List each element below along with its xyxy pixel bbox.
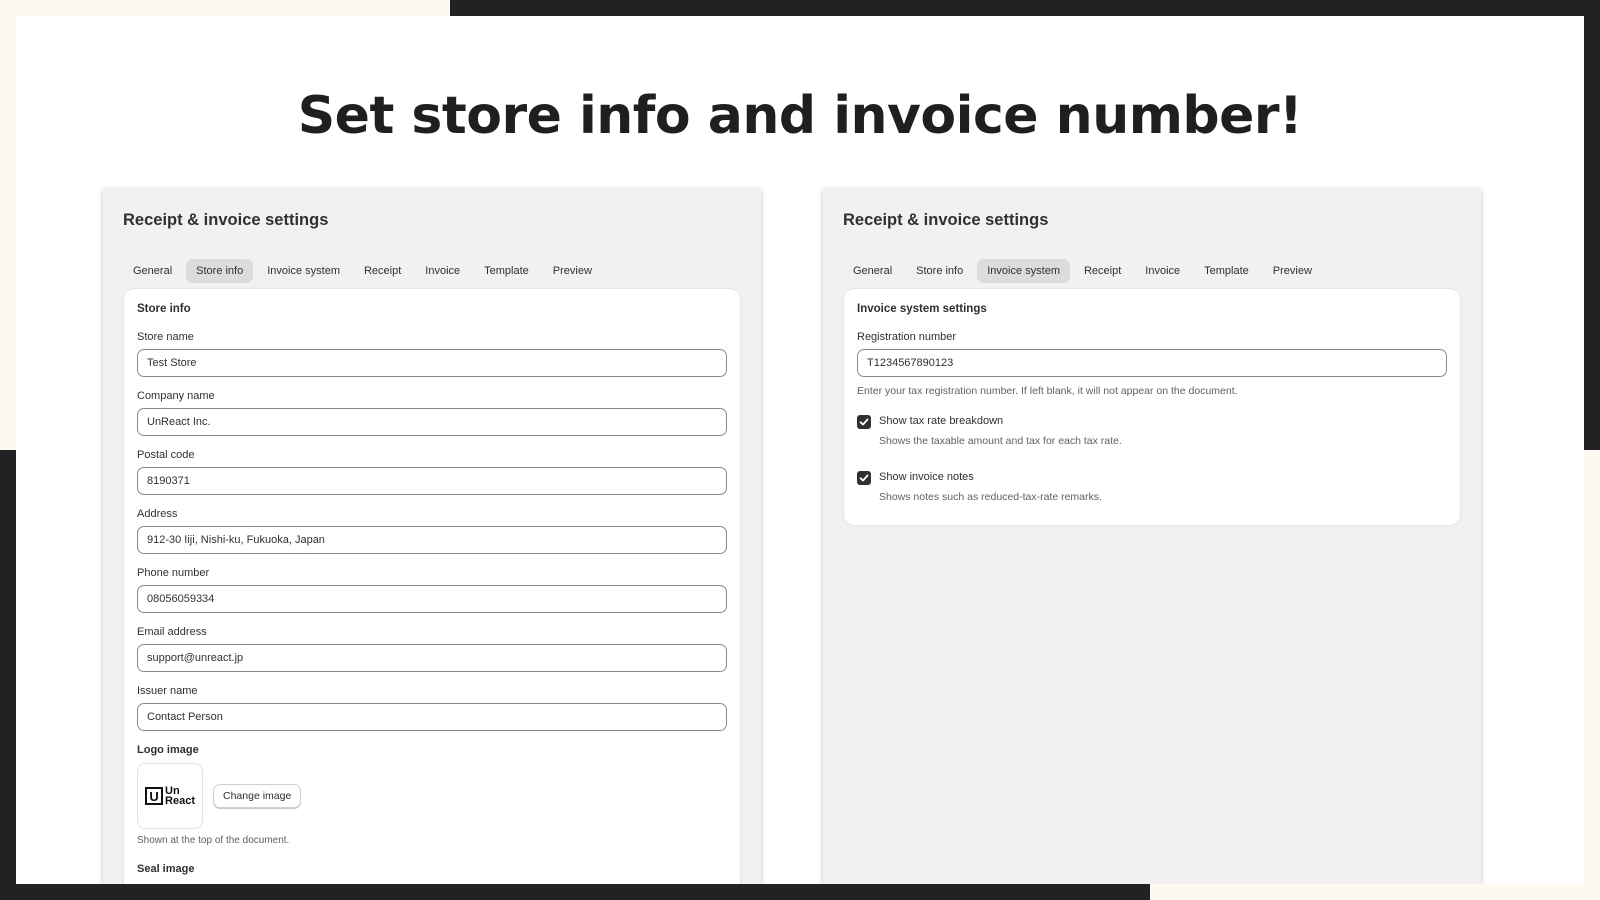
issuer-name-field: Issuer name Contact Person (137, 685, 727, 731)
postal-code-field: Postal code 8190371 (137, 449, 727, 495)
logo-wordmark: Un React (165, 786, 195, 807)
phone-number-input[interactable]: 08056059334 (137, 585, 727, 613)
check-icon (859, 474, 869, 482)
tax-rate-breakdown-checkbox-row[interactable]: Show tax rate breakdown (857, 415, 1003, 429)
tab-preview[interactable]: Preview (1263, 259, 1322, 283)
tab-invoice-system[interactable]: Invoice system (257, 259, 350, 283)
field-label: Store name (137, 331, 194, 343)
field-label: Company name (137, 390, 215, 402)
tab-store-info[interactable]: Store info (186, 259, 254, 283)
field-label: Phone number (137, 567, 210, 579)
check-label: Show tax rate breakdown (879, 415, 1004, 427)
logo-preview: U Un React (137, 763, 203, 829)
logo-line-2: React (165, 795, 195, 807)
store-info-card: Store info Store name Test Store Company… (124, 289, 740, 884)
invoice-system-settings-panel: Receipt & invoice settings General Store… (823, 189, 1481, 884)
invoice-system-card: Invoice system settings Registration num… (844, 289, 1460, 525)
store-info-settings-panel: Receipt & invoice settings General Store… (103, 189, 761, 884)
postal-code-input[interactable]: 8190371 (137, 467, 727, 495)
tab-receipt[interactable]: Receipt (1074, 259, 1131, 283)
check-label: Show invoice notes (879, 471, 974, 483)
field-label: Postal code (137, 449, 195, 461)
field-label: Address (137, 508, 178, 520)
email-address-field: Email address support@unreact.jp (137, 626, 727, 672)
logo-help-text: Shown at the top of the document. (137, 835, 290, 846)
company-name-input[interactable]: UnReact Inc. (137, 408, 727, 436)
check-icon (859, 418, 869, 426)
unreact-logo: U Un React (145, 786, 195, 807)
registration-help-text: Enter your tax registration number. If l… (857, 385, 1238, 397)
tab-receipt[interactable]: Receipt (354, 259, 411, 283)
tab-store-info[interactable]: Store info (906, 259, 973, 283)
check-help-text: Shows the taxable amount and tax for eac… (879, 435, 1122, 447)
slide: Set store info and invoice number! Recei… (16, 16, 1584, 884)
tab-template[interactable]: Template (474, 259, 539, 283)
field-label: Issuer name (137, 685, 198, 697)
store-name-input[interactable]: Test Store (137, 349, 727, 377)
tab-template[interactable]: Template (1194, 259, 1259, 283)
headline: Set store info and invoice number! (297, 86, 1303, 146)
settings-tabs: General Store info Invoice system Receip… (843, 259, 1326, 283)
settings-tabs: General Store info Invoice system Receip… (123, 259, 606, 283)
checkbox-checked[interactable] (857, 415, 871, 429)
tab-preview[interactable]: Preview (543, 259, 602, 283)
card-title: Store info (137, 303, 191, 315)
logo-image-label: Logo image (137, 744, 199, 756)
card-title: Invoice system settings (857, 303, 987, 315)
field-label: Registration number (857, 331, 957, 343)
logo-letter: U (145, 787, 164, 805)
check-help-text: Shows notes such as reduced-tax-rate rem… (879, 491, 1102, 503)
seal-image-label: Seal image (137, 863, 195, 875)
panel-title: Receipt & invoice settings (123, 211, 329, 229)
checkbox-checked[interactable] (857, 471, 871, 485)
tab-invoice[interactable]: Invoice (415, 259, 470, 283)
panel-title: Receipt & invoice settings (843, 211, 1049, 229)
address-field: Address 912-30 Iiji, Nishi-ku, Fukuoka, … (137, 508, 727, 554)
registration-number-field: Registration number T1234567890123 (857, 331, 1447, 377)
change-image-button[interactable]: Change image (213, 784, 302, 808)
address-input[interactable]: 912-30 Iiji, Nishi-ku, Fukuoka, Japan (137, 526, 727, 554)
tab-invoice-system[interactable]: Invoice system (977, 259, 1070, 283)
field-label: Email address (137, 626, 207, 638)
company-name-field: Company name UnReact Inc. (137, 390, 727, 436)
invoice-notes-checkbox-row[interactable]: Show invoice notes (857, 471, 974, 485)
tab-invoice[interactable]: Invoice (1135, 259, 1190, 283)
tab-general[interactable]: General (843, 259, 902, 283)
phone-number-field: Phone number 08056059334 (137, 567, 727, 613)
email-address-input[interactable]: support@unreact.jp (137, 644, 727, 672)
registration-number-input[interactable]: T1234567890123 (857, 349, 1447, 377)
tab-general[interactable]: General (123, 259, 182, 283)
store-name-field: Store name Test Store (137, 331, 727, 377)
issuer-name-input[interactable]: Contact Person (137, 703, 727, 731)
